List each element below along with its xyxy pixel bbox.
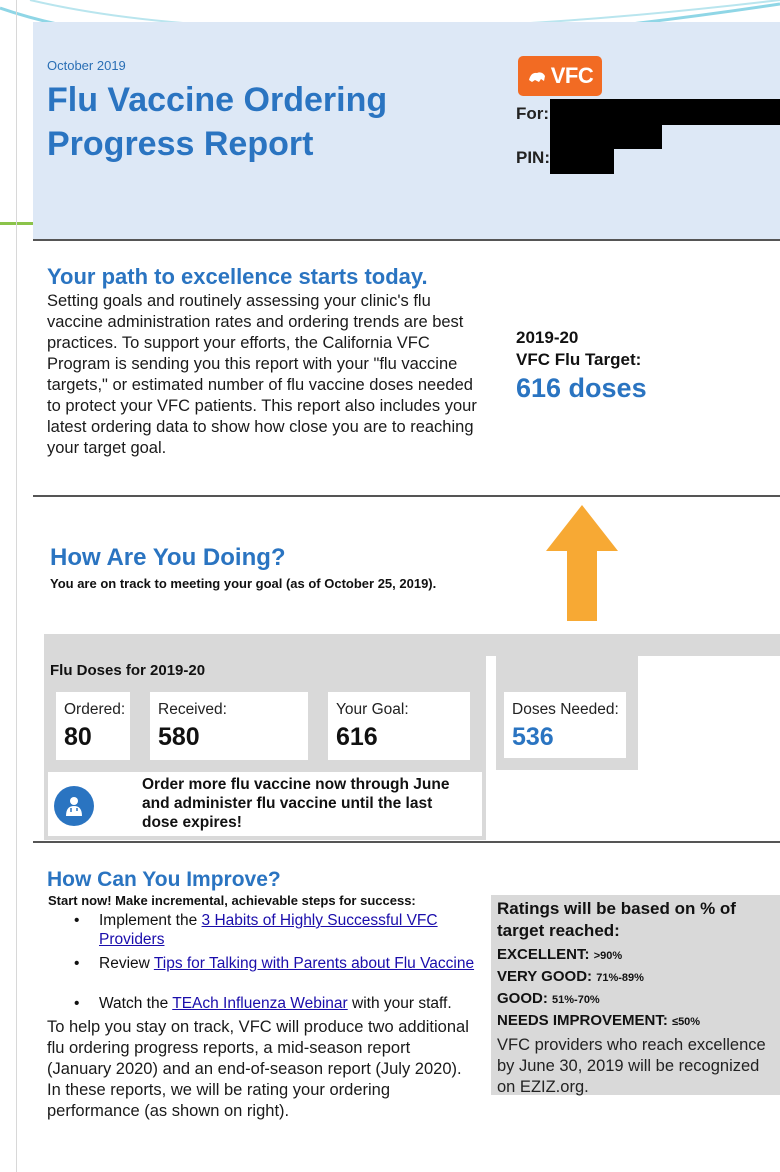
goal-value: 616	[336, 723, 378, 751]
ordered-box: Ordered: 80	[56, 692, 130, 760]
bullet-icon: •	[74, 955, 80, 972]
redacted-name	[550, 99, 780, 125]
rating-very-good: VERY GOOD: 71%-89%	[497, 968, 644, 985]
followup-text: To help you stay on track, VFC will prod…	[47, 1018, 469, 1120]
ratings-note: VFC providers who reach excellence by Ju…	[497, 1036, 766, 1096]
good-label: GOOD:	[497, 990, 548, 1007]
received-box: Received: 580	[150, 692, 308, 760]
webinar-link[interactable]: TEAch Influenza Webinar	[172, 995, 347, 1012]
report-title: Flu Vaccine Ordering Progress Report	[47, 81, 388, 163]
ordered-label: Ordered:	[64, 701, 126, 718]
ratings-heading: Ratings will be based on % of target rea…	[497, 899, 736, 940]
divider	[33, 239, 780, 241]
up-arrow-icon	[546, 505, 618, 621]
excellent-label: EXCELLENT:	[497, 946, 590, 963]
intro-heading: Your path to excellence starts today.	[47, 264, 428, 289]
pin-label: PIN:	[516, 148, 550, 167]
rating-good: GOOD: 51%-70%	[497, 990, 600, 1007]
step1-prefix: Implement the	[99, 912, 202, 929]
step2-prefix: Review	[99, 955, 154, 972]
target-year: 2019-20	[516, 328, 579, 347]
order-message-box: Order more flu vaccine now through June …	[48, 772, 482, 836]
ratings-box: Ratings will be based on % of target rea…	[491, 895, 780, 1096]
needs-value: ≤50%	[672, 1016, 701, 1028]
report-header: October 2019 Flu Vaccine Ordering Progre…	[33, 22, 780, 239]
doctor-icon	[54, 786, 94, 826]
goal-box: Your Goal: 616	[328, 692, 470, 760]
vfc-logo: VFC	[518, 56, 602, 96]
very-good-value: 71%-89%	[596, 972, 644, 984]
report-month: October 2019	[47, 58, 126, 73]
status-text: You are on track to meeting your goal (a…	[50, 576, 437, 591]
needed-label: Doses Needed:	[512, 701, 619, 718]
bullet-icon: •	[74, 912, 80, 929]
excellent-value: >90%	[593, 950, 623, 962]
rating-needs-improvement: NEEDS IMPROVEMENT: ≤50%	[497, 1012, 700, 1029]
target-label: VFC Flu Target:	[516, 350, 642, 369]
ordered-value: 80	[64, 723, 92, 751]
bear-logo-icon	[528, 72, 545, 82]
doses-title: Flu Doses for 2019-20	[50, 662, 206, 679]
step3-suffix: with your staff.	[347, 995, 452, 1012]
divider	[33, 841, 780, 843]
for-label: For:	[516, 104, 550, 123]
steps-intro: Start now! Make incremental, achievable …	[48, 893, 416, 908]
decorative-line	[0, 222, 36, 225]
doses-panel-band	[486, 634, 780, 656]
needed-value: 536	[512, 723, 554, 751]
needed-box: Doses Needed: 536	[504, 692, 626, 758]
received-value: 580	[158, 723, 200, 751]
bullet-icon: •	[74, 995, 80, 1012]
needs-label: NEEDS IMPROVEMENT:	[497, 1012, 668, 1029]
very-good-label: VERY GOOD:	[497, 968, 593, 985]
redacted-pin	[550, 146, 614, 174]
goal-label: Your Goal:	[336, 701, 409, 718]
received-label: Received:	[158, 701, 227, 718]
intro-body: Setting goals and routinely assessing yo…	[47, 292, 477, 457]
tips-link[interactable]: Tips for Talking with Parents about Flu …	[154, 955, 474, 972]
divider	[33, 495, 780, 497]
rating-excellent: EXCELLENT: >90%	[497, 946, 622, 963]
order-message: Order more flu vaccine now through June …	[142, 776, 450, 831]
step3-prefix: Watch the	[99, 995, 173, 1012]
improve-heading: How Can You Improve?	[47, 868, 281, 891]
page-edge	[16, 0, 17, 1172]
logo-text: VFC	[550, 63, 594, 88]
target-value: 616 doses	[516, 373, 647, 403]
progress-heading: How Are You Doing?	[50, 544, 286, 571]
good-value: 51%-70%	[552, 994, 600, 1006]
